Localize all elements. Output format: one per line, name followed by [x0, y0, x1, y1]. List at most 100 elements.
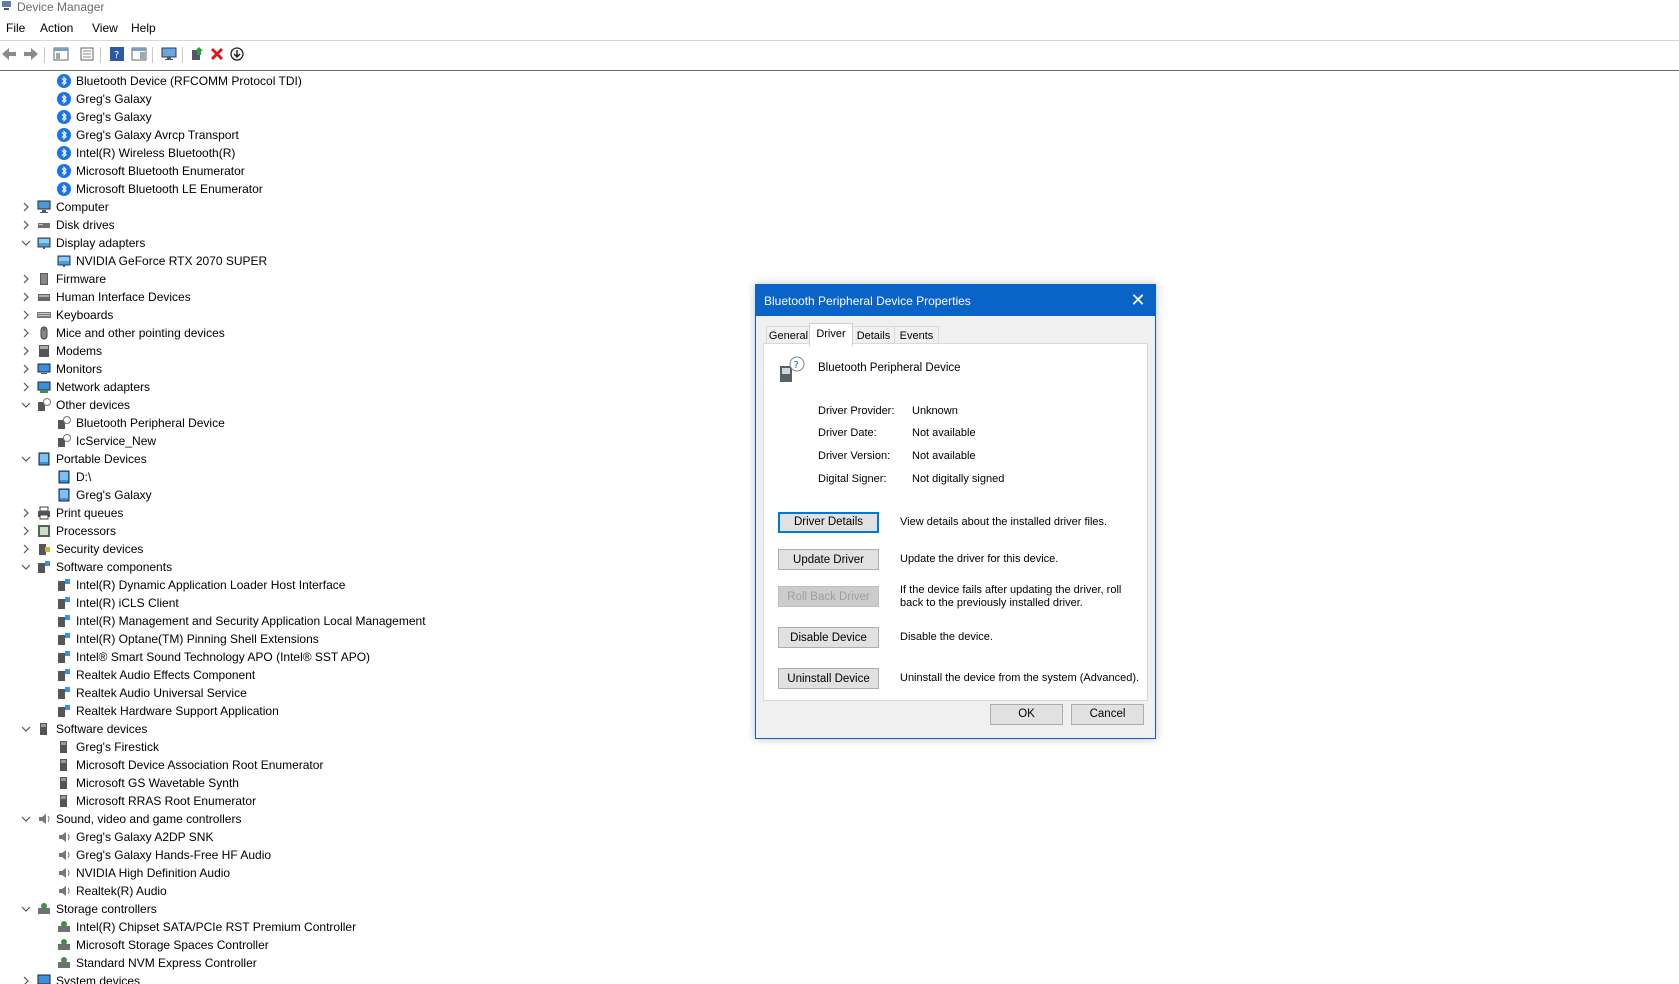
tree-category[interactable]: Sound, video and game controllers — [21, 810, 241, 828]
roll-back-driver-button[interactable]: Roll Back Driver — [778, 586, 879, 607]
chevron-right-icon[interactable] — [20, 543, 32, 555]
tree-device[interactable]: Greg's Firestick — [57, 738, 159, 756]
chevron-right-icon[interactable] — [20, 273, 32, 285]
tree-device[interactable]: D:\ — [57, 468, 91, 486]
chevron-right-icon[interactable] — [20, 345, 32, 357]
software-device-icon — [57, 794, 71, 808]
tree-device[interactable]: Greg's Galaxy — [57, 90, 152, 108]
menu-action[interactable]: Action — [40, 21, 73, 35]
chevron-right-icon[interactable] — [20, 327, 32, 339]
tree-device[interactable]: Microsoft GS Wavetable Synth — [57, 774, 239, 792]
tree-device[interactable]: Intel(R) Wireless Bluetooth(R) — [57, 144, 235, 162]
tab-driver[interactable]: Driver — [809, 323, 853, 346]
processor-icon — [37, 524, 51, 538]
driver-details-button[interactable]: Driver Details — [778, 512, 879, 533]
tree-device[interactable]: Microsoft RRAS Root Enumerator — [57, 792, 256, 810]
tree-category[interactable]: Display adapters — [21, 234, 145, 252]
tree-category[interactable]: Processors — [23, 522, 116, 540]
tree-device[interactable]: Intel(R) Dynamic Application Loader Host… — [57, 576, 345, 594]
tree-category[interactable]: Firmware — [23, 270, 106, 288]
tree-category[interactable]: Other devices — [21, 396, 130, 414]
tree-category[interactable]: Keyboards — [23, 306, 113, 324]
tree-category[interactable]: Network adapters — [23, 378, 150, 396]
tree-category[interactable]: Storage controllers — [21, 900, 157, 918]
chevron-right-icon[interactable] — [20, 975, 32, 984]
tree-device[interactable]: Intel® Smart Sound Technology APO (Intel… — [57, 648, 370, 666]
tree-device[interactable]: Bluetooth Peripheral Device — [57, 414, 225, 432]
tree-category[interactable]: Software devices — [21, 720, 147, 738]
chevron-right-icon[interactable] — [20, 201, 32, 213]
properties-icon[interactable] — [78, 45, 96, 63]
tree-device[interactable]: Realtek(R) Audio — [57, 882, 167, 900]
tree-device[interactable]: Standard NVM Express Controller — [57, 954, 257, 972]
tree-device[interactable]: Intel(R) iCLS Client — [57, 594, 179, 612]
uninstall-device-button[interactable]: Uninstall Device — [778, 668, 879, 689]
display-icon[interactable] — [160, 45, 178, 63]
tree-category[interactable]: Human Interface Devices — [23, 288, 191, 306]
forward-icon[interactable] — [22, 45, 40, 63]
ok-button[interactable]: OK — [990, 704, 1063, 725]
tree-category[interactable]: Print queues — [23, 504, 124, 522]
chevron-right-icon[interactable] — [20, 525, 32, 537]
cancel-button[interactable]: Cancel — [1071, 704, 1144, 725]
chevron-down-icon[interactable] — [20, 723, 32, 735]
chevron-right-icon[interactable] — [20, 381, 32, 393]
menu-file[interactable]: File — [6, 21, 25, 35]
tree-device[interactable]: Greg's Galaxy — [57, 108, 152, 126]
dialog-titlebar[interactable]: Bluetooth Peripheral Device Properties ✕ — [756, 285, 1155, 316]
disable-device-button[interactable]: Disable Device — [778, 627, 879, 648]
chevron-right-icon[interactable] — [20, 363, 32, 375]
update-driver-icon[interactable] — [188, 45, 206, 63]
chevron-down-icon[interactable] — [20, 903, 32, 915]
tree-device[interactable]: Greg's Galaxy Avrcp Transport — [57, 126, 239, 144]
tree-device[interactable]: Realtek Audio Universal Service — [57, 684, 247, 702]
chevron-down-icon[interactable] — [20, 453, 32, 465]
tree-device[interactable]: Microsoft Bluetooth Enumerator — [57, 162, 245, 180]
tree-category[interactable]: System devices — [23, 972, 140, 984]
chevron-right-icon[interactable] — [20, 291, 32, 303]
chevron-down-icon[interactable] — [20, 399, 32, 411]
chevron-right-icon[interactable] — [20, 219, 32, 231]
action-pane-icon[interactable] — [130, 45, 148, 63]
tree-device[interactable]: Microsoft Bluetooth LE Enumerator — [57, 180, 263, 198]
tree-category[interactable]: Security devices — [23, 540, 143, 558]
tree-device[interactable]: Microsoft Device Association Root Enumer… — [57, 756, 323, 774]
chevron-down-icon[interactable] — [20, 813, 32, 825]
tree-device[interactable]: Greg's Galaxy A2DP SNK — [57, 828, 213, 846]
chevron-down-icon[interactable] — [20, 561, 32, 573]
chevron-right-icon[interactable] — [20, 507, 32, 519]
download-icon[interactable] — [228, 45, 246, 63]
tree-item-label: Print queues — [56, 506, 124, 520]
update-driver-button[interactable]: Update Driver — [778, 549, 879, 570]
tree-device[interactable]: Greg's Galaxy — [57, 486, 152, 504]
uninstall-icon[interactable] — [208, 45, 226, 63]
tree-category[interactable]: Computer — [23, 198, 109, 216]
tree-device[interactable]: Realtek Audio Effects Component — [57, 666, 255, 684]
tree-device[interactable]: Intel(R) Optane(TM) Pinning Shell Extens… — [57, 630, 319, 648]
tree-item-label: Greg's Galaxy Hands-Free HF Audio — [76, 848, 272, 862]
tree-device[interactable]: Bluetooth Device (RFCOMM Protocol TDI) — [57, 72, 302, 90]
tree-device[interactable]: NVIDIA GeForce RTX 2070 SUPER — [57, 252, 267, 270]
tree-device[interactable]: Greg's Galaxy Hands-Free HF Audio — [57, 846, 271, 864]
chevron-down-icon[interactable] — [20, 237, 32, 249]
tree-device[interactable]: IcService_New — [57, 432, 156, 450]
tree-device[interactable]: Realtek Hardware Support Application — [57, 702, 279, 720]
tree-category[interactable]: Disk drives — [23, 216, 115, 234]
menu-help[interactable]: Help — [131, 21, 156, 35]
tree-device[interactable]: Intel(R) Management and Security Applica… — [57, 612, 426, 630]
show-hide-console-tree-icon[interactable] — [52, 45, 70, 63]
tree-item-label: Realtek Audio Effects Component — [76, 668, 256, 682]
close-icon[interactable]: ✕ — [1127, 289, 1149, 311]
menu-view[interactable]: View — [92, 21, 118, 35]
tree-category[interactable]: Modems — [23, 342, 102, 360]
tree-category[interactable]: Mice and other pointing devices — [23, 324, 225, 342]
chevron-right-icon[interactable] — [20, 309, 32, 321]
tree-device[interactable]: Intel(R) Chipset SATA/PCIe RST Premium C… — [57, 918, 356, 936]
tree-device[interactable]: Microsoft Storage Spaces Controller — [57, 936, 269, 954]
tree-category[interactable]: Software components — [21, 558, 172, 576]
tree-category[interactable]: Portable Devices — [21, 450, 147, 468]
back-icon[interactable] — [0, 45, 18, 63]
help-icon[interactable]: ? — [108, 45, 126, 63]
tree-device[interactable]: NVIDIA High Definition Audio — [57, 864, 230, 882]
tree-category[interactable]: Monitors — [23, 360, 102, 378]
